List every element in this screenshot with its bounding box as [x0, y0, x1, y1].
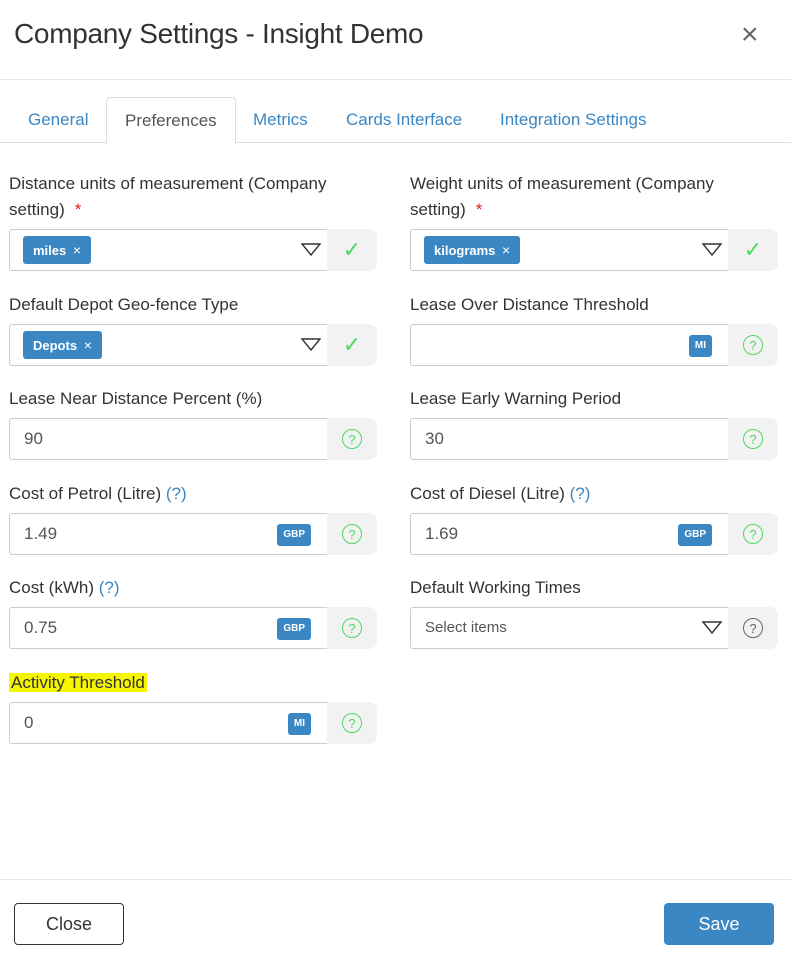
- required-marker: *: [475, 200, 483, 219]
- unit-badge: GBP: [678, 524, 712, 546]
- modal-header: Company Settings - Insight Demo ×: [0, 0, 791, 80]
- check-icon: ✓: [342, 237, 362, 262]
- help-icon[interactable]: ?: [743, 524, 763, 544]
- geofence-type-label: Default Depot Geo-fence Type: [9, 295, 239, 314]
- help-icon[interactable]: ?: [342, 524, 362, 544]
- activity-threshold-label: Activity Threshold: [9, 673, 147, 692]
- activity-threshold-field: Activity Threshold 0 MI ?: [9, 670, 377, 744]
- cost-petrol-field: Cost of Petrol (Litre) (?) 1.49 GBP ?: [9, 481, 377, 555]
- unit-badge: GBP: [277, 524, 311, 546]
- help-addon[interactable]: ?: [327, 513, 377, 555]
- cost-petrol-input[interactable]: 1.49 GBP: [9, 513, 327, 555]
- lease-over-distance-input[interactable]: MI: [410, 324, 728, 366]
- activity-threshold-input[interactable]: 0 MI: [9, 702, 327, 744]
- help-icon[interactable]: ?: [342, 618, 362, 638]
- tab-cards-interface[interactable]: Cards Interface: [346, 97, 462, 143]
- help-addon[interactable]: ?: [327, 607, 377, 649]
- chip-remove-icon[interactable]: ×: [73, 242, 81, 258]
- chevron-down-icon[interactable]: [301, 338, 321, 352]
- geofence-type-field: Default Depot Geo-fence Type Depots × ✓: [9, 292, 377, 366]
- save-button[interactable]: Save: [664, 903, 774, 945]
- chevron-down-icon[interactable]: [702, 621, 722, 635]
- cost-diesel-input[interactable]: 1.69 GBP: [410, 513, 728, 555]
- working-times-field: Default Working Times Select items ?: [410, 575, 778, 649]
- working-times-label: Default Working Times: [410, 578, 581, 597]
- distance-units-label: Distance units of measurement (Company s…: [9, 174, 327, 219]
- unit-badge: GBP: [277, 618, 311, 640]
- tab-general[interactable]: General: [28, 97, 88, 143]
- lease-over-distance-label: Lease Over Distance Threshold: [410, 295, 649, 314]
- help-icon[interactable]: ?: [743, 335, 763, 355]
- lease-near-percent-input[interactable]: 90: [9, 418, 327, 460]
- cost-diesel-field: Cost of Diesel (Litre) (?) 1.69 GBP ?: [410, 481, 778, 555]
- lease-early-warning-label: Lease Early Warning Period: [410, 389, 622, 408]
- help-icon[interactable]: ?: [743, 429, 763, 449]
- chip-remove-icon[interactable]: ×: [84, 337, 92, 353]
- help-addon[interactable]: ?: [327, 418, 377, 460]
- unit-badge: MI: [688, 335, 712, 357]
- modal-footer: Close Save: [0, 879, 791, 962]
- valid-addon: ✓: [327, 229, 377, 271]
- valid-addon: ✓: [728, 229, 778, 271]
- help-addon[interactable]: ?: [728, 324, 778, 366]
- chip-miles: miles ×: [23, 236, 92, 264]
- cost-kwh-label: Cost (kWh): [9, 578, 94, 597]
- working-times-select[interactable]: Select items: [410, 607, 728, 649]
- cost-kwh-input[interactable]: 0.75 GBP: [9, 607, 327, 649]
- distance-units-select[interactable]: miles ×: [9, 229, 327, 271]
- geofence-type-select[interactable]: Depots ×: [9, 324, 327, 366]
- cost-diesel-label: Cost of Diesel (Litre): [410, 484, 565, 503]
- check-icon: ✓: [342, 332, 362, 357]
- cost-petrol-label: Cost of Petrol (Litre): [9, 484, 162, 503]
- help-icon[interactable]: ?: [342, 429, 362, 449]
- help-addon[interactable]: ?: [327, 702, 377, 744]
- weight-units-select[interactable]: kilograms ×: [410, 229, 728, 271]
- lease-early-warning-field: Lease Early Warning Period 30 ?: [410, 386, 778, 460]
- lease-near-percent-field: Lease Near Distance Percent (%) 90 ?: [9, 386, 377, 460]
- help-addon[interactable]: ?: [728, 418, 778, 460]
- tab-preferences[interactable]: Preferences: [106, 97, 236, 144]
- modal-title: Company Settings - Insight Demo: [14, 18, 424, 49]
- help-link[interactable]: (?): [570, 484, 591, 503]
- weight-units-label: Weight units of measurement (Company set…: [410, 174, 714, 219]
- tab-metrics[interactable]: Metrics: [253, 97, 308, 143]
- unit-badge: MI: [287, 713, 311, 735]
- help-addon[interactable]: ?: [728, 607, 778, 649]
- lease-near-percent-label: Lease Near Distance Percent (%): [9, 389, 263, 408]
- cost-kwh-field: Cost (kWh) (?) 0.75 GBP ?: [9, 575, 377, 649]
- tab-integration-settings[interactable]: Integration Settings: [500, 97, 646, 143]
- chip-remove-icon[interactable]: ×: [502, 242, 510, 258]
- lease-over-distance-field: Lease Over Distance Threshold MI ?: [410, 292, 778, 366]
- help-link[interactable]: (?): [99, 578, 120, 597]
- tab-bar: General Preferences Metrics Cards Interf…: [0, 97, 791, 144]
- chip-depots: Depots ×: [23, 331, 102, 359]
- valid-addon: ✓: [327, 324, 377, 366]
- chevron-down-icon[interactable]: [702, 243, 722, 257]
- chevron-down-icon[interactable]: [301, 243, 321, 257]
- required-marker: *: [74, 200, 82, 219]
- help-link[interactable]: (?): [166, 484, 187, 503]
- check-icon: ✓: [743, 237, 763, 262]
- distance-units-field: Distance units of measurement (Company s…: [9, 171, 377, 271]
- close-icon[interactable]: ×: [741, 20, 759, 50]
- help-addon[interactable]: ?: [728, 513, 778, 555]
- help-icon[interactable]: ?: [342, 713, 362, 733]
- lease-early-warning-input[interactable]: 30: [410, 418, 728, 460]
- chip-kilograms: kilograms ×: [424, 236, 521, 264]
- weight-units-field: Weight units of measurement (Company set…: [410, 171, 778, 271]
- close-button[interactable]: Close: [14, 903, 124, 945]
- help-icon[interactable]: ?: [743, 618, 763, 638]
